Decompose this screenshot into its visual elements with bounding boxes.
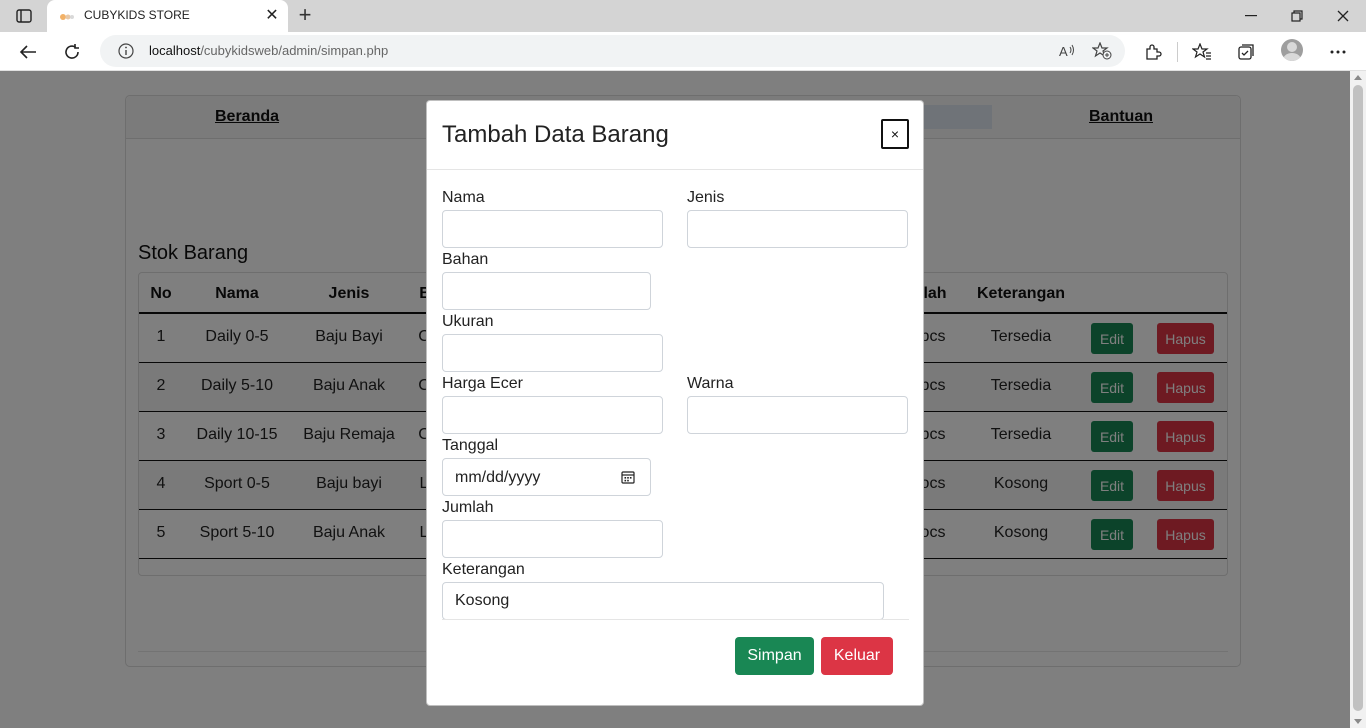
- toolbar-separator: [1177, 42, 1178, 62]
- page-scrollbar[interactable]: [1350, 71, 1366, 728]
- label-warna: Warna: [687, 375, 734, 392]
- favicon-icon: [59, 10, 75, 22]
- url-host: localhost: [149, 43, 201, 58]
- tab-actions-icon[interactable]: [8, 5, 40, 27]
- collections-icon[interactable]: [1234, 40, 1258, 64]
- label-tanggal: Tanggal: [442, 437, 499, 454]
- jumlah-input[interactable]: [442, 520, 663, 558]
- restore-icon[interactable]: [1285, 4, 1309, 28]
- tanggal-date-input[interactable]: mm/dd/yyyy: [442, 458, 651, 496]
- site-info-icon[interactable]: [118, 43, 134, 59]
- exit-button[interactable]: Keluar: [821, 637, 893, 675]
- address-bar[interactable]: localhost/cubykidsweb/admin/simpan.php A: [100, 35, 1125, 67]
- jenis-input[interactable]: [687, 210, 908, 248]
- save-button[interactable]: Simpan: [735, 637, 814, 675]
- extensions-icon[interactable]: [1141, 40, 1165, 64]
- back-icon[interactable]: [16, 40, 40, 64]
- label-keterangan: Keterangan: [442, 561, 525, 578]
- new-tab-icon[interactable]: +: [292, 4, 318, 27]
- label-jenis: Jenis: [687, 189, 725, 206]
- label-nama: Nama: [442, 189, 485, 206]
- warna-input[interactable]: [687, 396, 908, 434]
- label-bahan: Bahan: [442, 251, 489, 268]
- minimize-icon[interactable]: [1239, 4, 1263, 28]
- nama-input[interactable]: [442, 210, 663, 248]
- tab-title: CUBYKIDS STORE: [84, 8, 190, 22]
- read-aloud-icon[interactable]: A: [1058, 42, 1076, 60]
- label-jumlah: Jumlah: [442, 499, 494, 516]
- svg-text:A: A: [1059, 44, 1068, 59]
- refresh-icon[interactable]: [60, 40, 84, 64]
- date-placeholder: mm/dd/yyyy: [455, 469, 541, 486]
- modal-header-divider: [427, 169, 923, 170]
- close-window-icon[interactable]: [1331, 4, 1355, 28]
- url-text: localhost/cubykidsweb/admin/simpan.php: [149, 43, 388, 58]
- calendar-icon[interactable]: [621, 470, 635, 484]
- modal-close-button[interactable]: ×: [881, 119, 909, 149]
- label-ukuran: Ukuran: [442, 313, 494, 330]
- keterangan-input[interactable]: [442, 582, 884, 620]
- browser-toolbar: localhost/cubykidsweb/admin/simpan.php A: [0, 32, 1366, 71]
- modal-footer-divider: [442, 619, 909, 620]
- add-item-modal: Tambah Data Barang × Nama Jenis Bahan Uk…: [426, 100, 924, 706]
- scroll-thumb[interactable]: [1353, 85, 1363, 711]
- tab-close-icon[interactable]: ✕: [263, 7, 281, 25]
- url-path: /cubykidsweb/admin/simpan.php: [200, 43, 389, 58]
- harga-ecer-input[interactable]: [442, 396, 663, 434]
- modal-title: Tambah Data Barang: [442, 121, 669, 148]
- ukuran-input[interactable]: [442, 334, 663, 372]
- profile-avatar[interactable]: [1281, 39, 1303, 61]
- more-menu-icon[interactable]: [1326, 40, 1350, 64]
- favorites-icon[interactable]: [1190, 40, 1214, 64]
- page-viewport: Beranda Bantuan Stok Barang No Nama Jeni…: [0, 71, 1350, 728]
- label-harga-ecer: Harga Ecer: [442, 375, 523, 392]
- browser-tab-bar: CUBYKIDS STORE ✕ +: [0, 0, 1366, 32]
- bahan-input[interactable]: [442, 272, 651, 310]
- browser-tab[interactable]: CUBYKIDS STORE ✕: [47, 0, 288, 32]
- scroll-down-icon[interactable]: [1354, 719, 1362, 724]
- add-favorite-icon[interactable]: [1091, 41, 1112, 60]
- scroll-up-icon[interactable]: [1354, 75, 1362, 80]
